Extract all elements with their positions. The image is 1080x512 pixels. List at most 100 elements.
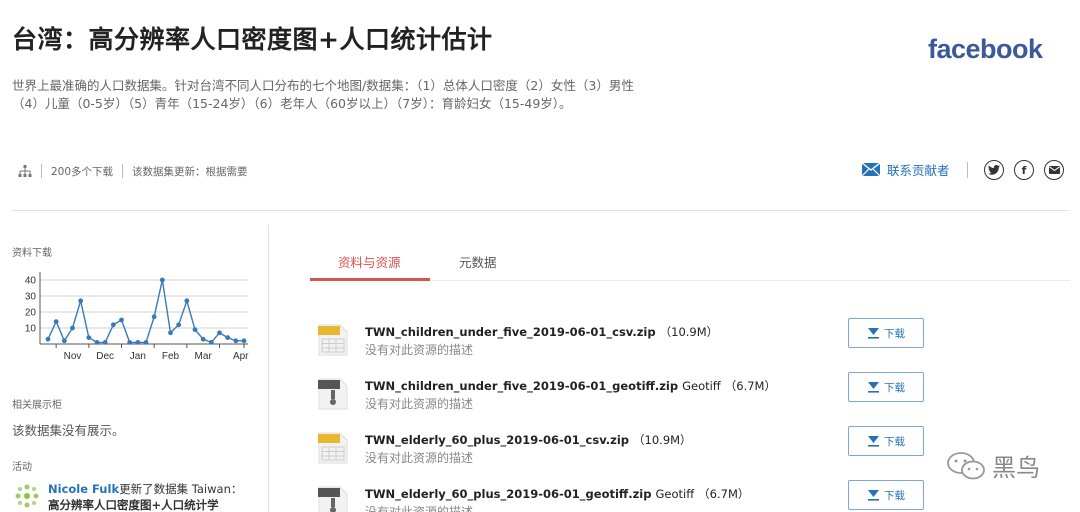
facebook-icon: f — [1021, 163, 1027, 177]
header-divider — [12, 210, 1070, 211]
downloads-chart: 10 20 30 40 Nov Dec Jan Feb Mar Apr — [25, 272, 249, 362]
facebook-logo[interactable]: facebook — [928, 34, 1043, 65]
csv-file-icon — [318, 324, 348, 356]
user-avatar[interactable] — [12, 481, 42, 511]
resource-description: 没有对此资源的描述 — [365, 343, 474, 357]
activity-user-link[interactable]: Nicole Fulk — [48, 482, 119, 496]
chart-x-tick-label: Feb — [162, 351, 180, 362]
resource-item: TWN_children_under_five_2019-06-01_csv.z… — [318, 318, 1078, 370]
resource-format: Geotiff — [655, 487, 695, 501]
resource-name[interactable]: TWN_children_under_five_2019-06-01_geoti… — [365, 378, 776, 394]
chart-data-point — [241, 338, 247, 344]
resource-filename[interactable]: TWN_elderly_60_plus_2019-06-01_geotiff.z… — [365, 487, 651, 501]
chart-data-point — [127, 340, 133, 345]
download-label: 下载 — [884, 327, 905, 340]
chart-data-point — [176, 322, 182, 328]
tab-resources[interactable]: 资料与资源 — [338, 252, 401, 271]
chart-data-point — [78, 298, 84, 304]
meta-divider — [122, 164, 124, 178]
chart-data-point — [102, 340, 108, 345]
chart-data-point — [143, 340, 149, 345]
download-label: 下载 — [884, 381, 905, 394]
twitter-share-button[interactable] — [984, 160, 1004, 180]
resource-name[interactable]: TWN_elderly_60_plus_2019-06-01_geotiff.z… — [365, 486, 749, 502]
resource-filename[interactable]: TWN_elderly_60_plus_2019-06-01_csv.zip — [365, 433, 629, 447]
dataset-meta: 200多个下载 该数据集更新：根据需要 — [18, 162, 248, 180]
org-tree-icon — [18, 165, 32, 177]
chart-data-point — [119, 317, 124, 323]
resource-description: 没有对此资源的描述 — [365, 451, 474, 465]
chart-data-point — [86, 335, 92, 340]
chart-data-point — [233, 338, 239, 344]
download-icon — [868, 328, 879, 339]
wechat-icon — [947, 451, 985, 479]
activity-text: Nicole Fulk更新了数据集 Taiwan： 高分辨率人口密度图+人口统计… — [48, 481, 248, 512]
chart-data-point — [151, 314, 157, 320]
chart-y-tick-label: 20 — [25, 308, 37, 319]
active-tab-indicator — [310, 278, 430, 281]
email-share-button[interactable] — [1044, 160, 1064, 180]
chart-data-point — [159, 277, 165, 283]
download-button[interactable]: 下载 — [848, 480, 924, 510]
chart-data-point — [168, 330, 173, 336]
download-icon — [868, 436, 879, 447]
description-line-1: 世界上最准确的人口数据集。针对台湾不同人口分布的七个地图/数据集：（1）总体人口… — [12, 78, 634, 93]
activity-item: Nicole Fulk更新了数据集 Taiwan： 高分辨率人口密度图+人口统计… — [12, 481, 248, 512]
resource-name[interactable]: TWN_elderly_60_plus_2019-06-01_csv.zip （… — [365, 432, 692, 448]
description-line-2: （4）儿童（0-5岁）（5）青年（15-24岁）（6）老年人（60岁以上）（7岁… — [12, 96, 572, 111]
chart-data-point — [110, 322, 116, 328]
resource-size: （10.9M） — [659, 325, 719, 339]
activity-action: 更新了数据集 Taiwan： — [119, 482, 243, 496]
activity-dataset-link[interactable]: 高分辨率人口密度图+人口统计学 — [48, 498, 219, 512]
tab-metadata[interactable]: 元数据 — [459, 252, 497, 271]
chart-data-point — [217, 330, 222, 336]
chart-x-tick-label: Mar — [195, 351, 213, 362]
dataset-description: 世界上最准确的人口数据集。针对台湾不同人口分布的七个地图/数据集：（1）总体人口… — [12, 77, 712, 113]
watermark-text: 黑鸟 — [992, 454, 1040, 482]
download-button[interactable]: 下载 — [848, 372, 924, 402]
csv-file-icon — [318, 432, 348, 464]
download-label: 下载 — [884, 435, 905, 448]
chart-x-tick-label: Dec — [96, 351, 114, 362]
contact-label: 联系贡献者 — [887, 163, 950, 178]
chart-y-tick-label: 30 — [25, 292, 37, 303]
zip-file-icon — [318, 486, 348, 512]
resource-item: TWN_elderly_60_plus_2019-06-01_geotiff.z… — [318, 480, 1078, 512]
mail-icon — [862, 163, 880, 176]
download-count: 200多个下载 — [51, 165, 114, 178]
resource-item: TWN_children_under_five_2019-06-01_geoti… — [318, 372, 1078, 424]
resource-filename[interactable]: TWN_children_under_five_2019-06-01_geoti… — [365, 379, 678, 393]
chart-x-tick-label: Jan — [130, 351, 146, 362]
resource-description: 没有对此资源的描述 — [365, 505, 474, 512]
resource-description: 没有对此资源的描述 — [365, 397, 474, 411]
resource-name[interactable]: TWN_children_under_five_2019-06-01_csv.z… — [365, 324, 718, 340]
chart-x-tick-label: Nov — [64, 351, 82, 362]
facebook-share-button[interactable]: f — [1014, 160, 1034, 180]
download-button[interactable]: 下载 — [848, 318, 924, 348]
chart-data-point — [94, 340, 100, 345]
chart-data-point — [70, 325, 75, 331]
download-label: 下载 — [884, 489, 905, 502]
contact-divider — [967, 162, 968, 178]
zip-file-icon — [318, 378, 348, 410]
chart-data-point — [61, 338, 67, 344]
resource-filename[interactable]: TWN_children_under_five_2019-06-01_csv.z… — [365, 325, 656, 339]
chart-y-tick-label: 40 — [25, 276, 37, 287]
sidebar-divider — [268, 225, 269, 512]
chart-data-point — [225, 335, 231, 340]
chart-series-line — [47, 279, 244, 344]
meta-divider — [41, 164, 42, 178]
download-button[interactable]: 下载 — [848, 426, 924, 456]
chart-y-tick-label: 10 — [25, 324, 37, 335]
resource-size: （6.7M） — [698, 487, 750, 501]
chart-data-point — [135, 340, 141, 345]
chart-data-point — [53, 319, 59, 324]
wechat-watermark: 黑鸟 — [946, 448, 1040, 483]
download-icon — [868, 382, 879, 393]
chart-data-point — [184, 298, 190, 304]
download-icon — [868, 490, 879, 501]
contact-contributor-link[interactable]: 联系贡献者 — [862, 160, 950, 179]
resource-size: （10.9M） — [633, 433, 692, 447]
twitter-icon — [988, 165, 1000, 175]
resource-format: Geotiff — [682, 379, 721, 393]
